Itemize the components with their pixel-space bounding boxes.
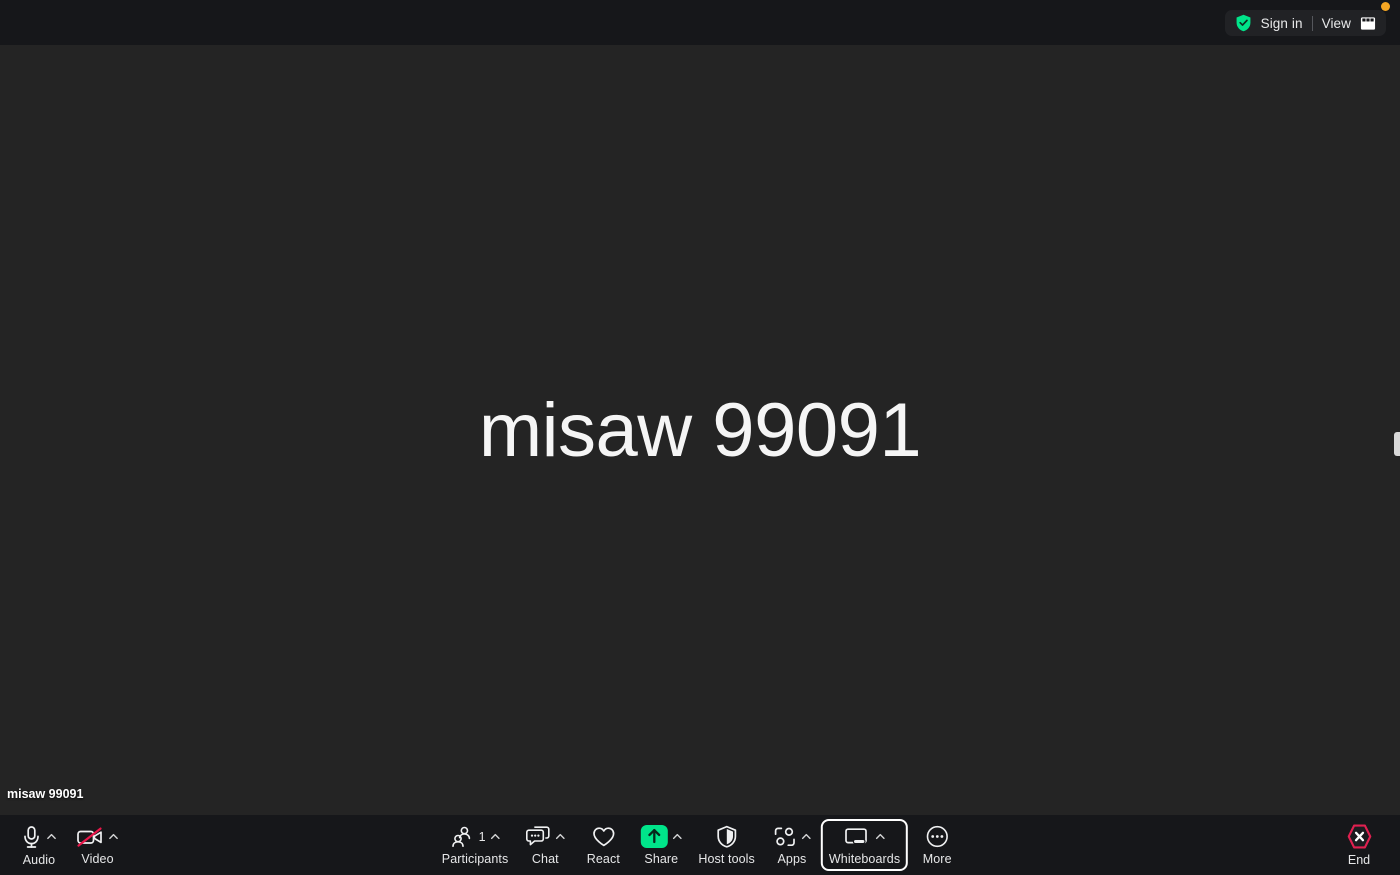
host-tools-button[interactable]: Host tools xyxy=(690,819,763,871)
participants-button[interactable]: 1 Participants xyxy=(434,819,517,871)
apps-button[interactable]: Apps xyxy=(763,819,821,871)
apps-label: Apps xyxy=(777,852,807,866)
chat-chevron-icon[interactable] xyxy=(554,831,565,842)
whiteboards-label: Whiteboards xyxy=(828,852,901,866)
participant-name-corner: misaw 99091 xyxy=(7,787,84,801)
shield-icon xyxy=(716,825,738,848)
participants-icon xyxy=(450,826,474,847)
apps-chevron-icon[interactable] xyxy=(800,831,811,842)
toolbar-right-group: End xyxy=(1330,815,1388,875)
end-call-label: End xyxy=(1347,853,1371,867)
microphone-icon xyxy=(21,825,42,849)
react-label: React xyxy=(586,852,620,866)
ellipsis-icon xyxy=(926,825,949,848)
heart-icon xyxy=(591,826,615,848)
header-divider xyxy=(1311,15,1313,31)
host-tools-label: Host tools xyxy=(698,852,755,866)
share-label: Share xyxy=(644,852,679,866)
chat-label: Chat xyxy=(531,852,559,866)
meeting-window: Sign in View misaw 99091 misaw 99091 Aud… xyxy=(0,0,1400,875)
top-bar: Sign in View xyxy=(0,0,1400,45)
audio-options-chevron-icon[interactable] xyxy=(46,831,57,842)
meeting-toolbar: Audio Video 1 Participants Chat React Sh… xyxy=(0,815,1400,875)
apps-icon xyxy=(772,826,796,848)
recording-indicator-dot xyxy=(1381,2,1390,11)
view-button[interactable]: View xyxy=(1322,16,1351,31)
video-button[interactable]: Video xyxy=(68,819,127,871)
end-call-button[interactable]: End xyxy=(1330,819,1388,871)
share-button[interactable]: Share xyxy=(632,819,690,871)
chat-bubble-icon xyxy=(525,825,550,848)
video-options-chevron-icon[interactable] xyxy=(108,831,119,842)
whiteboards-chevron-icon[interactable] xyxy=(875,831,886,842)
toolbar-left-group: Audio Video xyxy=(10,815,127,875)
end-call-icon xyxy=(1346,824,1373,849)
participants-chevron-icon[interactable] xyxy=(490,831,501,842)
sign-in-button[interactable]: Sign in xyxy=(1261,16,1303,31)
participant-name-large: misaw 99091 xyxy=(478,387,922,473)
gallery-view-icon[interactable] xyxy=(1360,16,1376,31)
whiteboard-icon xyxy=(844,826,871,848)
video-stage: misaw 99091 misaw 99091 xyxy=(0,45,1400,815)
panel-drag-handle[interactable] xyxy=(1394,432,1400,456)
toolbar-center-group: 1 Participants Chat React Share Host too… xyxy=(434,815,966,875)
chat-button[interactable]: Chat xyxy=(516,819,574,871)
share-screen-icon xyxy=(640,825,668,848)
whiteboards-button[interactable]: Whiteboards xyxy=(820,819,909,871)
share-chevron-icon[interactable] xyxy=(671,831,682,842)
shield-check-icon xyxy=(1235,14,1252,32)
video-label: Video xyxy=(81,852,114,866)
more-button[interactable]: More xyxy=(908,819,966,871)
audio-label: Audio xyxy=(22,852,56,867)
audio-button[interactable]: Audio xyxy=(10,819,68,871)
more-label: More xyxy=(922,852,952,866)
participants-label: Participants xyxy=(441,852,509,866)
camera-off-icon xyxy=(76,826,104,848)
participants-count: 1 xyxy=(478,829,486,844)
header-actions-pill: Sign in View xyxy=(1224,10,1386,36)
react-button[interactable]: React xyxy=(574,819,632,871)
